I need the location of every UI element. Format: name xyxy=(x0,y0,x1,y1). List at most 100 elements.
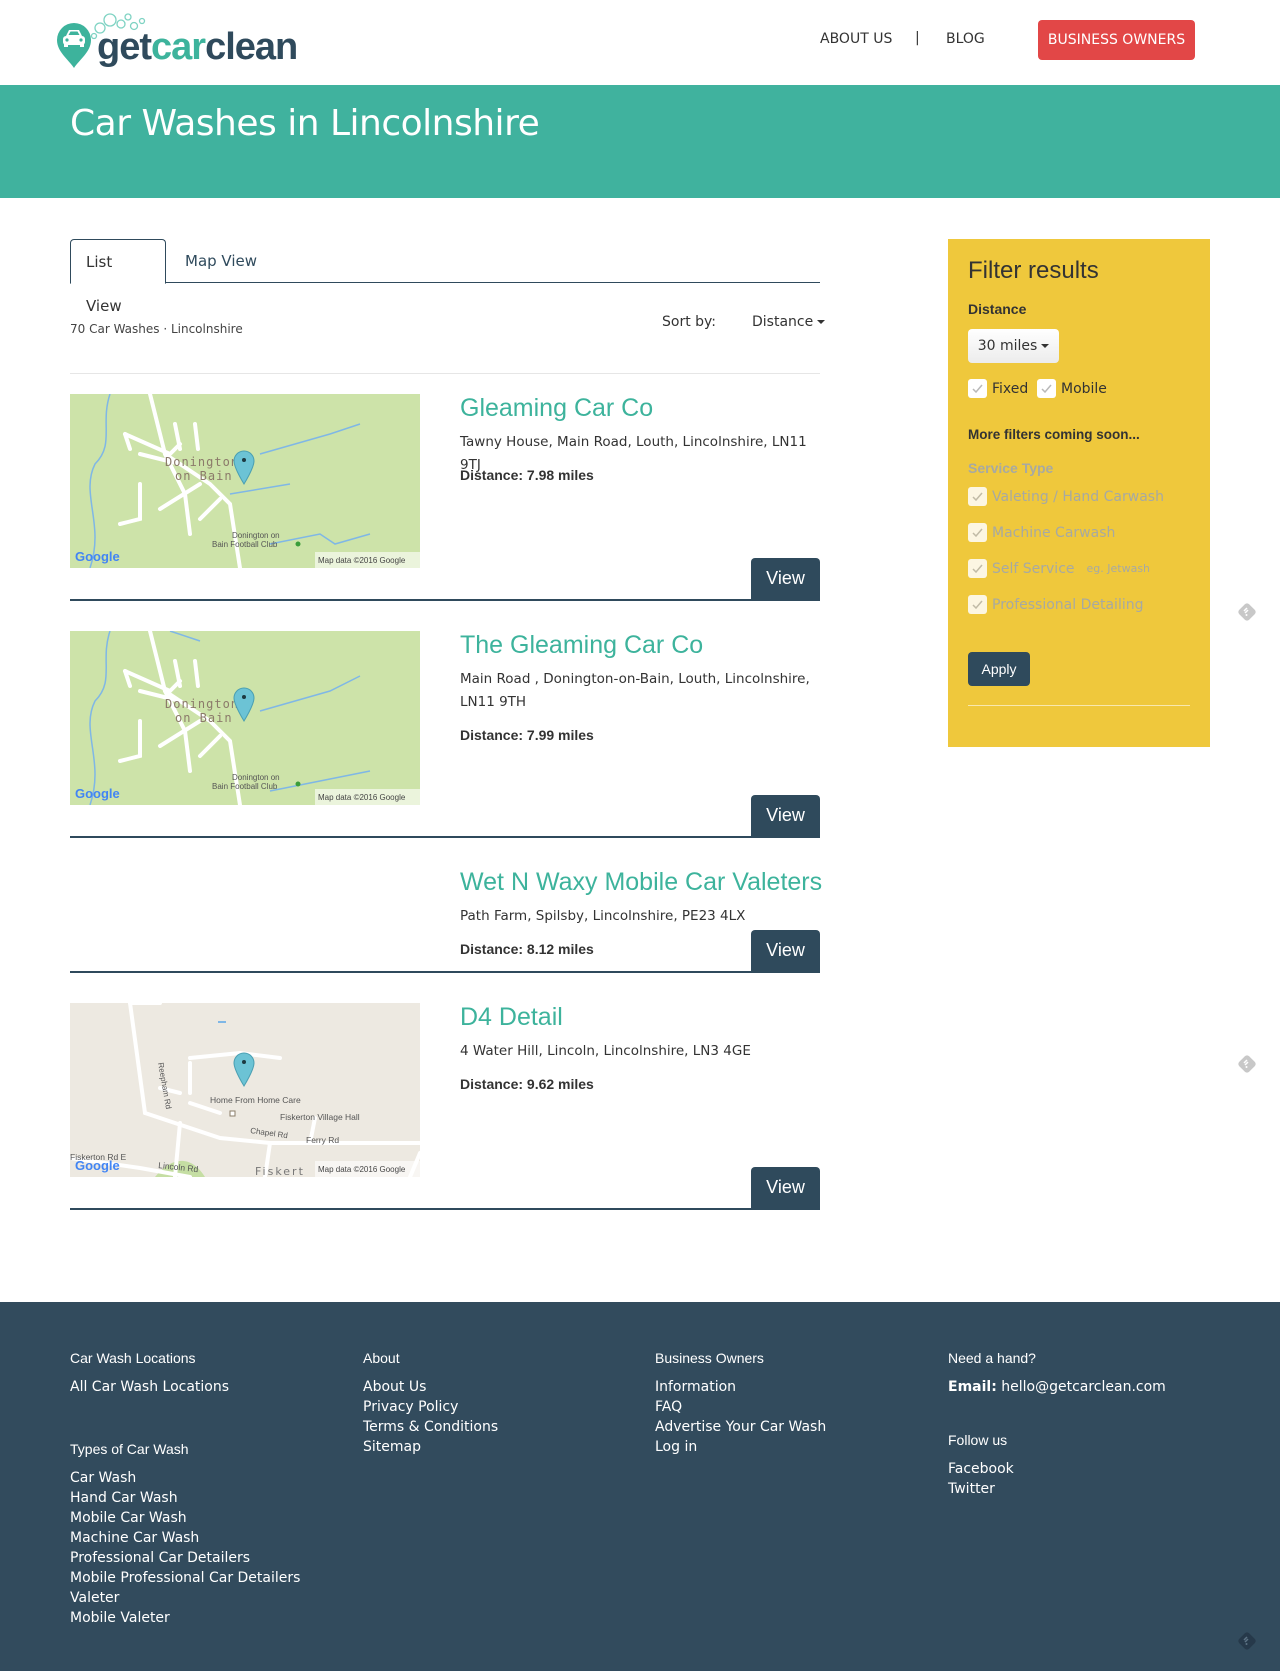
listing-address: Path Farm, Spilsby, Lincolnshire, PE23 4… xyxy=(460,908,746,924)
map-label: Fiskert xyxy=(255,1165,305,1177)
view-button[interactable]: View xyxy=(751,558,820,599)
checkbox-fixed[interactable]: Fixed xyxy=(968,379,1028,398)
coming-soon-note: More filters coming soon... xyxy=(968,427,1140,442)
email-label: Email: xyxy=(948,1379,997,1395)
sort-label: Sort by: xyxy=(662,314,717,330)
filter-panel: Filter results Distance 30 miles Fixed M… xyxy=(948,239,1210,747)
footer-heading: Need a hand? xyxy=(948,1350,1036,1366)
listing-title[interactable]: D4 Detail xyxy=(460,1003,563,1032)
logo[interactable]: getcarclean xyxy=(55,12,325,74)
check-icon xyxy=(968,559,987,578)
nav-about-us[interactable]: ABOUT US xyxy=(820,31,892,47)
listing-address: Main Road , Donington-on-Bain, Louth, Li… xyxy=(460,671,810,710)
map-poi: Bain Football Club xyxy=(212,540,278,549)
checkbox-label: Fixed xyxy=(992,380,1029,397)
map-poi: Bain Football Club xyxy=(212,782,278,791)
footer-heading: Car Wash Locations xyxy=(70,1350,196,1366)
footer-link[interactable]: Mobile Professional Car Detailers xyxy=(70,1568,300,1588)
map-label: on Bain xyxy=(175,711,233,725)
footer-heading: Types of Car Wash xyxy=(70,1441,189,1457)
divider xyxy=(968,705,1190,706)
check-icon xyxy=(968,595,987,614)
checkbox-hint: eg. Jetwash xyxy=(1086,562,1151,575)
footer-link[interactable]: FAQ xyxy=(655,1397,826,1417)
map-credit: Map data ©2016 Google xyxy=(318,556,406,565)
view-button[interactable]: View xyxy=(751,1167,820,1208)
footer-link[interactable]: Information xyxy=(655,1377,826,1397)
footer-link[interactable]: About Us xyxy=(363,1377,498,1397)
listing-map[interactable]: Reepham Rd Home From Home Care Fiskerton… xyxy=(70,1003,420,1177)
distance-label: Distance xyxy=(968,301,1027,317)
checkbox-detailing[interactable]: Professional Detailing xyxy=(968,595,1143,614)
footer-col-about: About About Us Privacy Policy Terms & Co… xyxy=(363,1350,498,1457)
feedly-icon[interactable] xyxy=(1237,602,1257,622)
checkbox-valeting[interactable]: Valeting / Hand Carwash xyxy=(968,487,1164,506)
page-banner: Car Washes in Lincolnshire xyxy=(0,85,1280,198)
checkbox-machine[interactable]: Machine Carwash xyxy=(968,523,1115,542)
footer-link[interactable]: Professional Car Detailers xyxy=(70,1548,300,1568)
map-poi: Home From Home Care xyxy=(210,1095,301,1105)
footer-link[interactable]: Valeter xyxy=(70,1588,300,1608)
distance-value: 30 miles xyxy=(977,338,1038,354)
google-logo: Google xyxy=(75,1158,120,1173)
view-button[interactable]: View xyxy=(751,795,820,836)
listing-address: 4 Water Hill, Lincoln, Lincolnshire, LN3… xyxy=(460,1043,751,1059)
checkbox-label: Valeting / Hand Carwash xyxy=(992,488,1164,505)
map-road: Ferry Rd xyxy=(306,1135,339,1145)
nav-blog[interactable]: BLOG xyxy=(946,31,985,47)
footer-link[interactable]: Machine Car Wash xyxy=(70,1528,300,1548)
listing-title[interactable]: Wet N Waxy Mobile Car Valeters xyxy=(460,868,822,897)
footer-link[interactable]: Mobile Valeter xyxy=(70,1608,300,1628)
checkbox-label: Mobile xyxy=(1061,380,1107,397)
checkbox-mobile[interactable]: Mobile xyxy=(1037,379,1107,398)
checkbox-self-service[interactable]: Self Service eg. Jetwash xyxy=(968,559,1150,578)
footer-heading: About xyxy=(363,1350,400,1366)
sort-value: Distance xyxy=(752,314,814,330)
footer-col-business: Business Owners Information FAQ Advertis… xyxy=(655,1350,826,1457)
business-owners-button[interactable]: BUSINESS OWNERS xyxy=(1038,20,1195,60)
service-type-label: Service Type xyxy=(968,460,1054,476)
footer-link[interactable]: Sitemap xyxy=(363,1437,498,1457)
sort-dropdown[interactable]: Distance xyxy=(752,314,826,330)
nav-separator: | xyxy=(915,30,920,46)
footer-link[interactable]: Log in xyxy=(655,1437,826,1457)
tab-list-view[interactable]: List View xyxy=(70,239,166,315)
map-label: Donington xyxy=(165,455,239,469)
distance-dropdown[interactable]: 30 miles xyxy=(968,329,1059,363)
listing-title[interactable]: Gleaming Car Co xyxy=(460,394,653,423)
page-title: Car Washes in Lincolnshire xyxy=(70,103,540,144)
footer-link[interactable]: All Car Wash Locations xyxy=(70,1377,300,1397)
footer-link[interactable]: Advertise Your Car Wash xyxy=(655,1417,826,1437)
footer-email: Email: hello@getcarclean.com xyxy=(948,1377,1166,1397)
email-link[interactable]: hello@getcarclean.com xyxy=(1001,1379,1166,1395)
checkbox-label: Machine Carwash xyxy=(992,524,1116,541)
footer-link[interactable]: Privacy Policy xyxy=(363,1397,498,1417)
listing-item: Donington on Bain Donington on Bain Foot… xyxy=(70,631,820,838)
view-button[interactable]: View xyxy=(751,930,820,971)
map-credit: Map data ©2016 Google xyxy=(318,1165,406,1174)
footer-link[interactable]: Car Wash xyxy=(70,1468,300,1488)
checkbox-label: Professional Detailing xyxy=(992,596,1144,613)
apply-button[interactable]: Apply xyxy=(968,652,1030,686)
feedly-icon[interactable] xyxy=(1237,1631,1257,1651)
map-poi: Donington on xyxy=(232,531,280,540)
footer-link[interactable]: Hand Car Wash xyxy=(70,1488,300,1508)
listing-map[interactable]: Donington on Bain Donington on Bain Foot… xyxy=(70,394,420,568)
results-summary: 70 Car Washes · Lincolnshire xyxy=(70,322,243,336)
listing-item: Wet N Waxy Mobile Car Valeters Path Farm… xyxy=(70,868,822,973)
tab-map-view[interactable]: Map View xyxy=(170,239,272,283)
map-credit: Map data ©2016 Google xyxy=(318,793,406,802)
footer-link-facebook[interactable]: Facebook xyxy=(948,1459,1166,1479)
footer-link[interactable]: Mobile Car Wash xyxy=(70,1508,300,1528)
feedly-icon[interactable] xyxy=(1237,1054,1257,1074)
listing-distance: Distance: 9.62 miles xyxy=(460,1076,594,1092)
footer-link-twitter[interactable]: Twitter xyxy=(948,1479,1166,1499)
listing-map[interactable]: Donington on Bain Donington on Bain Foot… xyxy=(70,631,420,805)
footer-link[interactable]: Terms & Conditions xyxy=(363,1417,498,1437)
site-header: getcarclean ABOUT US | BLOG BUSINESS OWN… xyxy=(0,0,1280,85)
listing-title[interactable]: The Gleaming Car Co xyxy=(460,631,703,660)
footer-heading: Follow us xyxy=(948,1432,1008,1448)
footer-col-contact: Need a hand? Email: hello@getcarclean.co… xyxy=(948,1350,1166,1499)
listing-item: Reepham Rd Home From Home Care Fiskerton… xyxy=(70,1003,820,1210)
site-footer: Car Wash Locations All Car Wash Location… xyxy=(0,1302,1280,1671)
